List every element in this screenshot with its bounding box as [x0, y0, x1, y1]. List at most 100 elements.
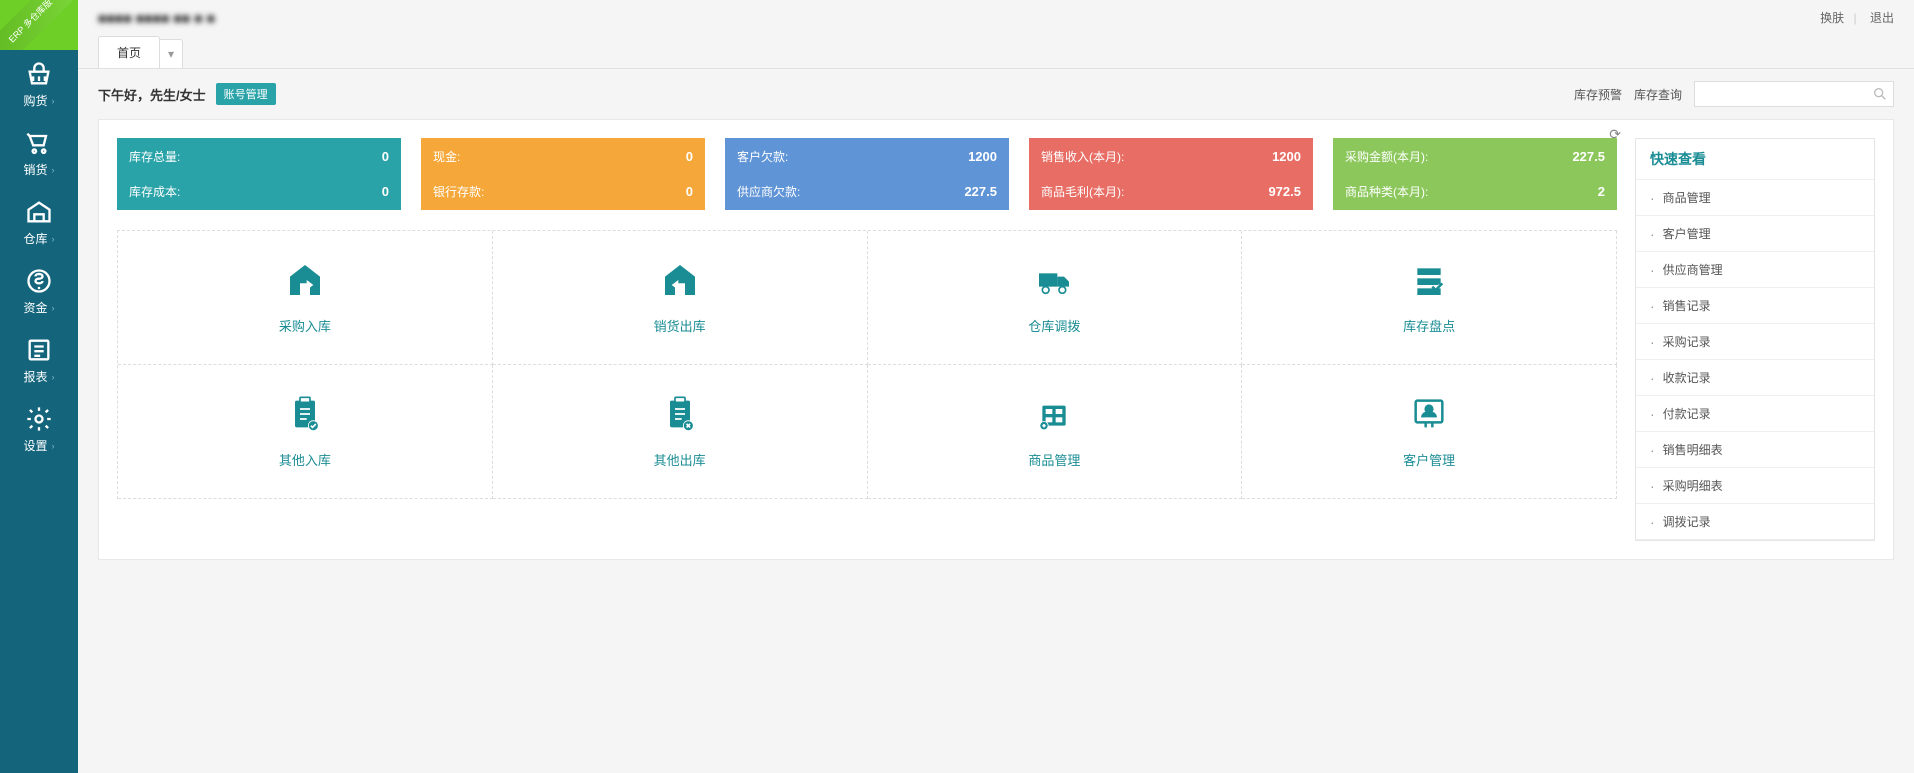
stat-label: 销售收入(本月): — [1041, 148, 1124, 165]
corner-text: ERP 多仓库版 — [4, 0, 56, 46]
report-icon — [25, 336, 53, 364]
tabs-bar: 首页 ▾ — [78, 35, 1914, 69]
search-box — [1694, 81, 1894, 107]
quick-view-title: 快速查看 — [1636, 139, 1874, 180]
sidebar-item-purchase[interactable]: 购货› — [0, 50, 78, 119]
chevron-right-icon: › — [52, 234, 55, 244]
quick-item[interactable]: 销售记录 — [1636, 288, 1874, 324]
clipboard-out-icon — [660, 394, 700, 434]
action-customer[interactable]: 客户管理 — [1242, 365, 1617, 499]
house-in-icon — [285, 260, 325, 300]
quick-item[interactable]: 供应商管理 — [1636, 252, 1874, 288]
account-manage-button[interactable]: 账号管理 — [216, 83, 276, 105]
sidebar-item-label: 仓库 — [23, 230, 47, 247]
sidebar-item-report[interactable]: 报表 › — [0, 326, 78, 395]
chevron-right-icon: › — [52, 303, 55, 313]
stat-label: 商品种类(本月): — [1345, 183, 1428, 200]
stock-warning-link[interactable]: 库存预警 — [1574, 86, 1622, 103]
stat-label: 供应商欠款: — [737, 183, 800, 200]
sidebar-item-label: 设置 — [23, 437, 47, 454]
quick-item[interactable]: 调拨记录 — [1636, 504, 1874, 540]
customer-icon — [1409, 394, 1449, 434]
divider: | — [1854, 11, 1857, 25]
header: ■■■■ ■■■■ ■■ ■ ■ 换肤 | 退出 — [78, 0, 1914, 35]
stat-card[interactable]: 销售收入(本月): 1200 商品毛利(本月): 972.5 — [1029, 138, 1313, 210]
house-out-icon — [660, 260, 700, 300]
stat-label: 银行存款: — [433, 183, 484, 200]
money-icon — [25, 267, 53, 295]
action-clipboard-in[interactable]: 其他入库 — [118, 365, 493, 499]
action-truck[interactable]: 仓库调拨 — [868, 231, 1243, 365]
dashboard-panel: 库存总量: 0 库存成本: 0 现金: 0 银行存款: 0 客户欠款: 1200 供应商欠… — [98, 119, 1894, 560]
stat-value: 1200 — [968, 149, 997, 164]
sidebar-item-warehouse[interactable]: 仓库 › — [0, 188, 78, 257]
stat-value: 2 — [1598, 184, 1605, 199]
stat-value: 0 — [382, 149, 389, 164]
goods-icon — [1034, 394, 1074, 434]
quick-item[interactable]: 客户管理 — [1636, 216, 1874, 252]
action-goods[interactable]: 商品管理 — [868, 365, 1243, 499]
stat-value: 972.5 — [1268, 184, 1301, 199]
quick-view-list: 商品管理客户管理供应商管理销售记录采购记录收款记录付款记录销售明细表采购明细表调… — [1636, 180, 1874, 540]
subheader: 下午好，先生/女士 账号管理 库存预警 库存查询 — [78, 69, 1914, 119]
quick-item[interactable]: 收款记录 — [1636, 360, 1874, 396]
stat-label: 采购金额(本月): — [1345, 148, 1428, 165]
quick-item[interactable]: 付款记录 — [1636, 396, 1874, 432]
action-inventory[interactable]: 库存盘点 — [1242, 231, 1617, 365]
quick-item[interactable]: 销售明细表 — [1636, 432, 1874, 468]
header-links: 换肤 | 退出 — [1816, 9, 1894, 26]
action-label: 客户管理 — [1403, 450, 1455, 469]
action-house-out[interactable]: 销货出库 — [493, 231, 868, 365]
quick-item[interactable]: 采购明细表 — [1636, 468, 1874, 504]
stat-card[interactable]: 客户欠款: 1200 供应商欠款: 227.5 — [725, 138, 1009, 210]
sidebar-item-label: 销货 — [23, 161, 47, 178]
logout-link[interactable]: 退出 — [1870, 11, 1894, 25]
stat-label: 客户欠款: — [737, 148, 788, 165]
sidebar-item-sales[interactable]: 销货› — [0, 119, 78, 188]
sidebar-item-settings[interactable]: 设置› — [0, 395, 78, 464]
clipboard-in-icon — [285, 394, 325, 434]
stat-card[interactable]: 采购金额(本月): 227.5 商品种类(本月): 2 — [1333, 138, 1617, 210]
stat-label: 商品毛利(本月): — [1041, 183, 1124, 200]
stat-label: 现金: — [433, 148, 460, 165]
action-house-in[interactable]: 采购入库 — [118, 231, 493, 365]
stat-row: 库存总量: 0 库存成本: 0 现金: 0 银行存款: 0 客户欠款: 1200 供应商欠… — [117, 138, 1617, 210]
stat-value: 227.5 — [1572, 149, 1605, 164]
search-input[interactable] — [1694, 81, 1894, 107]
truck-icon — [1034, 260, 1074, 300]
action-label: 商品管理 — [1028, 450, 1080, 469]
quick-view-panel: 快速查看 商品管理客户管理供应商管理销售记录采购记录收款记录付款记录销售明细表采… — [1635, 138, 1875, 541]
refresh-icon[interactable]: ⟳ — [1609, 126, 1621, 143]
action-label: 库存盘点 — [1403, 316, 1455, 335]
basket-icon — [25, 60, 53, 88]
sidebar-item-label: 报表 — [23, 368, 47, 385]
tab-home[interactable]: 首页 — [98, 36, 160, 68]
action-label: 仓库调拨 — [1028, 316, 1080, 335]
stat-card[interactable]: 库存总量: 0 库存成本: 0 — [117, 138, 401, 210]
action-label: 销货出库 — [654, 316, 706, 335]
quick-item[interactable]: 商品管理 — [1636, 180, 1874, 216]
inventory-icon — [1409, 260, 1449, 300]
sidebar-item-label: 购货 — [23, 92, 47, 109]
stat-value: 227.5 — [964, 184, 997, 199]
stat-value: 1200 — [1272, 149, 1301, 164]
stat-label: 库存总量: — [129, 148, 180, 165]
action-label: 采购入库 — [279, 316, 331, 335]
cart-icon — [25, 129, 53, 157]
greeting-text: 下午好，先生/女士 — [98, 85, 206, 104]
sidebar-item-finance[interactable]: 资金› — [0, 257, 78, 326]
gear-icon — [25, 405, 53, 433]
stat-value: 0 — [382, 184, 389, 199]
stat-card[interactable]: 现金: 0 银行存款: 0 — [421, 138, 705, 210]
chevron-right-icon: › — [52, 372, 55, 382]
stat-value: 0 — [686, 184, 693, 199]
action-grid: 采购入库 销货出库 仓库调拨 库存盘点其他入库其他出库商品管理 客户管理 — [117, 230, 1617, 499]
stock-query-link[interactable]: 库存查询 — [1634, 86, 1682, 103]
search-icon[interactable] — [1872, 86, 1888, 102]
stat-label: 库存成本: — [129, 183, 180, 200]
skin-link[interactable]: 换肤 — [1820, 11, 1844, 25]
quick-item[interactable]: 采购记录 — [1636, 324, 1874, 360]
tab-add-button[interactable]: ▾ — [160, 39, 183, 68]
stat-value: 0 — [686, 149, 693, 164]
action-clipboard-out[interactable]: 其他出库 — [493, 365, 868, 499]
